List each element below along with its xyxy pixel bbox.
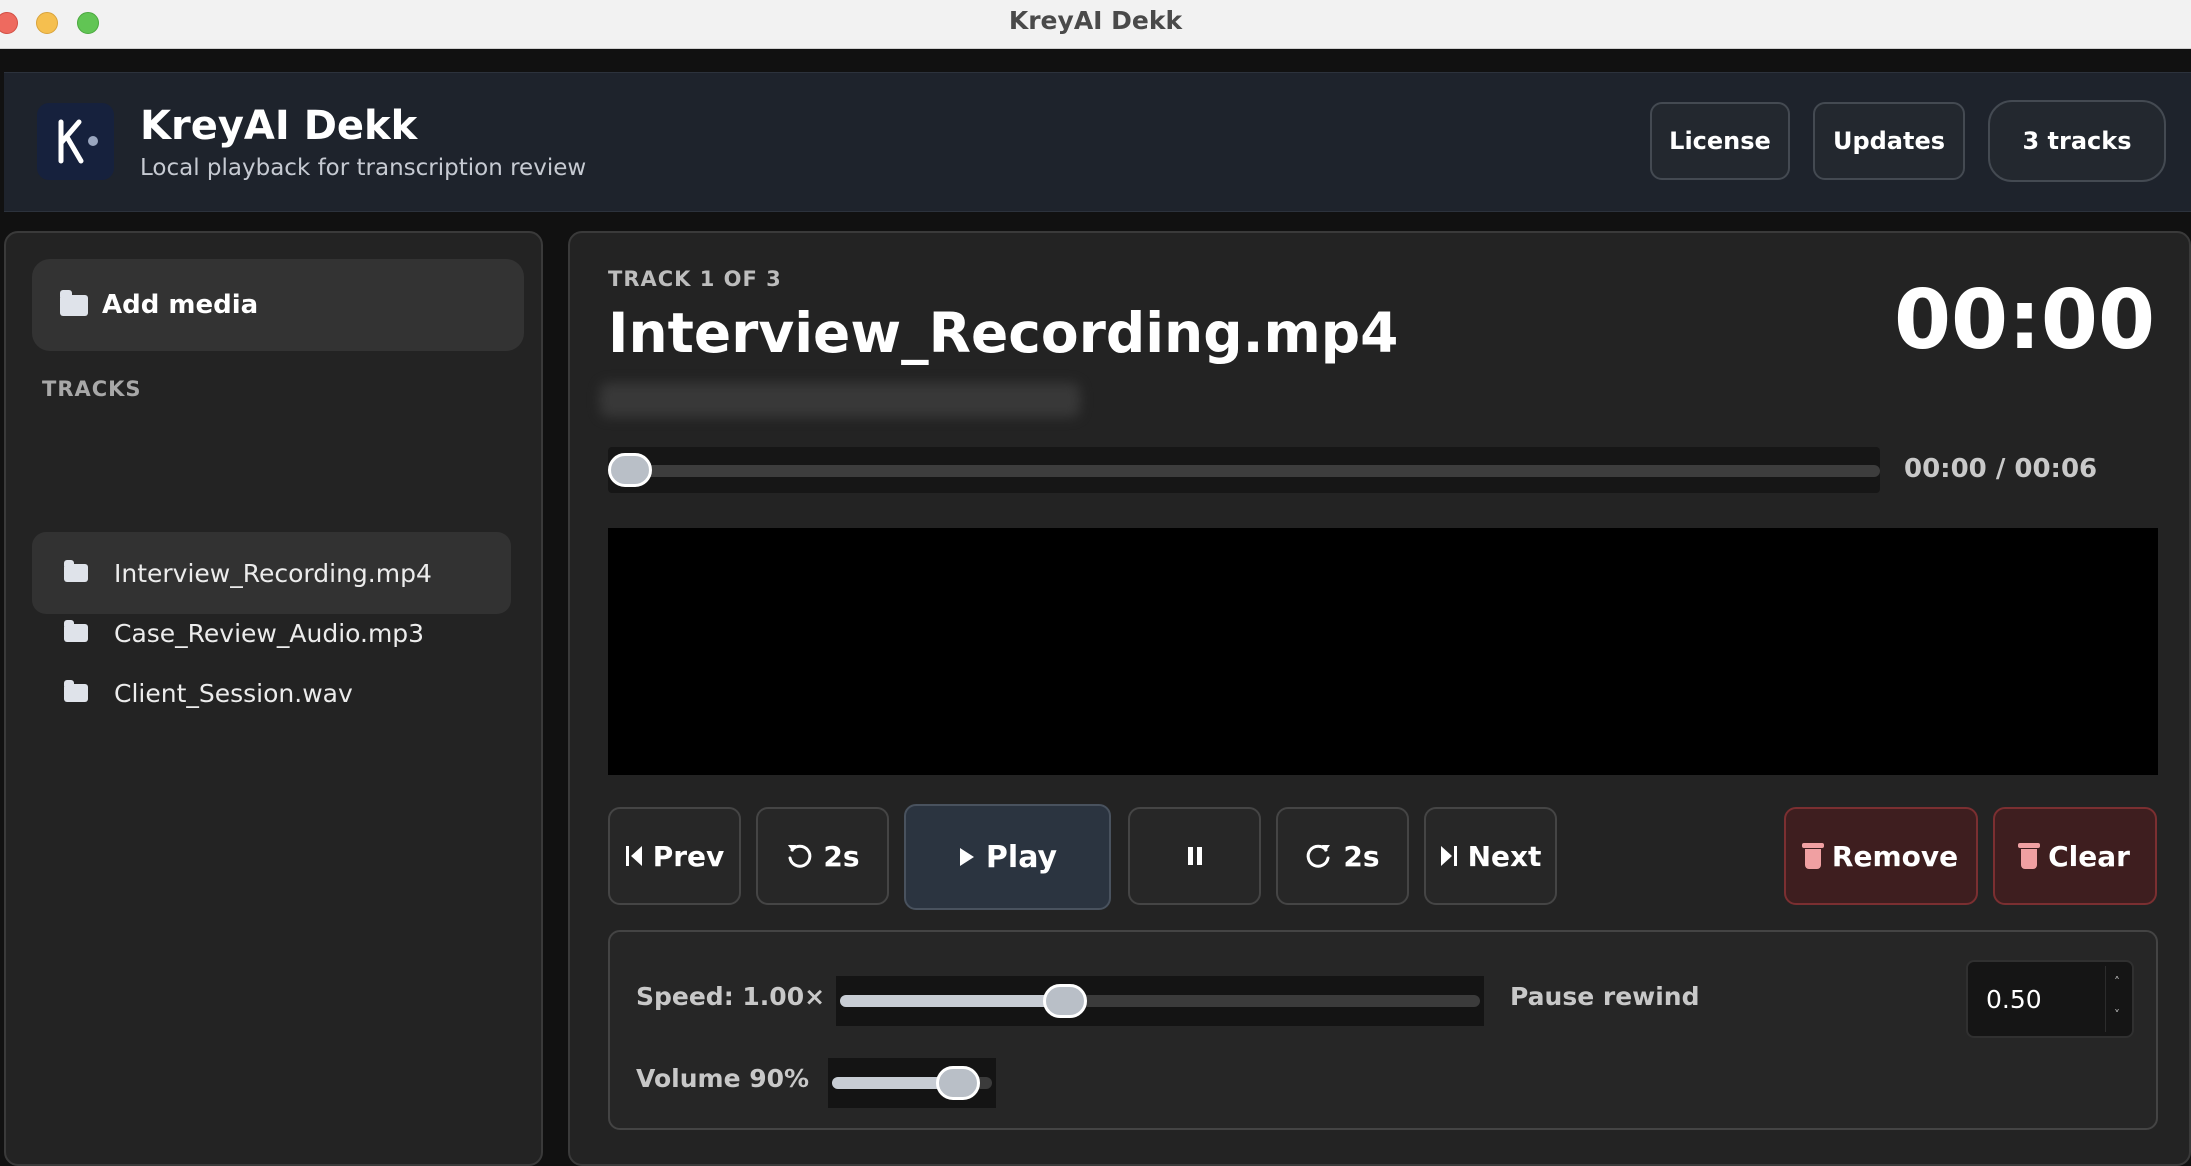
speed-fill	[840, 995, 1065, 1007]
app-subtitle: Local playback for transcription review	[140, 155, 587, 181]
seek-thumb[interactable]	[608, 453, 652, 487]
remove-button[interactable]: Remove	[1784, 807, 1978, 905]
folder-icon	[60, 289, 88, 316]
speed-thumb[interactable]	[1042, 984, 1087, 1018]
skip-previous-icon	[625, 846, 642, 866]
track-name: Case_Review_Audio.mp3	[114, 618, 425, 648]
trash-icon	[2018, 843, 2041, 869]
add-media-button[interactable]: Add media	[32, 259, 524, 351]
pause-rewind-label: Pause rewind	[1510, 982, 1700, 1011]
speed-slider[interactable]	[836, 976, 1484, 1026]
speed-label: Speed: 1.00×	[636, 982, 826, 1011]
track-item[interactable]: Client_Session.wav	[32, 652, 511, 734]
license-button[interactable]: License	[1650, 102, 1790, 180]
pause-button[interactable]	[1128, 807, 1261, 905]
seek-slider[interactable]	[608, 447, 1880, 493]
remove-label: Remove	[1831, 839, 1959, 873]
skip-next-icon	[1440, 846, 1457, 866]
folder-icon	[64, 620, 88, 642]
sidebar: Add media TRACKS Interview_Recording.mp4…	[4, 231, 543, 1166]
video-viewport[interactable]	[608, 528, 2158, 775]
track-counter: TRACK 1 OF 3	[608, 267, 782, 291]
volume-thumb[interactable]	[936, 1066, 981, 1100]
pause-icon	[1187, 847, 1202, 865]
trash-icon	[1801, 843, 1824, 869]
play-label: Play	[985, 839, 1058, 875]
pause-rewind-stepper[interactable]: ˄ ˅	[2105, 966, 2128, 1032]
window-titlebar: KreyAI Dekk	[0, 0, 2191, 49]
add-media-label: Add media	[102, 290, 259, 320]
time-readout: 00:00 / 00:06	[1904, 454, 2098, 484]
window-title: KreyAI Dekk	[1008, 6, 1183, 35]
rewind-2s-button[interactable]: 2s	[756, 807, 889, 905]
updates-button[interactable]: Updates	[1813, 102, 1965, 180]
track-name: Interview_Recording.mp4	[114, 558, 432, 588]
play-button[interactable]: Play	[904, 804, 1111, 910]
track-title: Interview_Recording.mp4	[608, 301, 1399, 365]
clear-button[interactable]: Clear	[1993, 807, 2157, 905]
next-track-button[interactable]: Next	[1424, 807, 1557, 905]
folder-icon	[64, 680, 88, 702]
player-panel: TRACK 1 OF 3 Interview_Recording.mp4 00:…	[568, 231, 2191, 1166]
playback-settings: Speed: 1.00× Pause rewind 0.50 ˄ ˅ Volum…	[608, 930, 2158, 1130]
forward-label: 2s	[1343, 839, 1380, 873]
tracks-heading: TRACKS	[42, 377, 142, 401]
volume-slider[interactable]	[828, 1058, 996, 1108]
forward-2s-button[interactable]: 2s	[1276, 807, 1409, 905]
previous-label: Prev	[652, 839, 725, 873]
tracks-count-button[interactable]: 3 tracks	[1988, 100, 2166, 182]
app-header: KreyAI Dekk Local playback for transcrip…	[4, 72, 2191, 212]
app-name: KreyAI Dekk	[140, 103, 418, 149]
seek-track	[608, 465, 1880, 477]
current-time-display: 00:00	[1893, 273, 2155, 368]
rotate-ccw-icon	[788, 844, 812, 868]
rewind-label: 2s	[823, 839, 860, 873]
pause-rewind-input[interactable]: 0.50 ˄ ˅	[1966, 960, 2134, 1038]
stepper-down-icon[interactable]: ˅	[2106, 999, 2128, 1032]
pause-rewind-value: 0.50	[1986, 984, 2042, 1014]
folder-icon	[64, 560, 88, 582]
track-name: Client_Session.wav	[114, 678, 353, 708]
rotate-cw-icon	[1307, 844, 1331, 868]
redacted-file-path	[600, 383, 1080, 417]
play-icon	[959, 848, 974, 866]
clear-label: Clear	[2048, 839, 2130, 873]
stepper-up-icon[interactable]: ˄	[2106, 966, 2128, 999]
app-logo-icon	[37, 103, 114, 180]
previous-track-button[interactable]: Prev	[608, 807, 741, 905]
volume-label: Volume 90%	[636, 1064, 810, 1093]
next-label: Next	[1467, 839, 1542, 873]
